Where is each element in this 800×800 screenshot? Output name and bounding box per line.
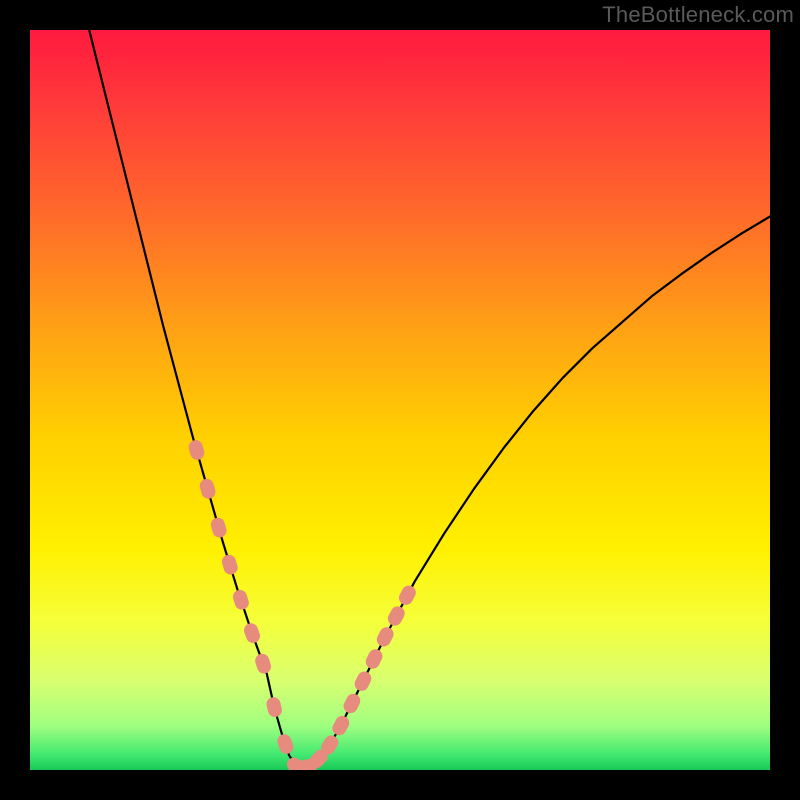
- watermark-text: TheBottleneck.com: [602, 2, 794, 28]
- gradient-background: [30, 30, 770, 770]
- chart-frame: TheBottleneck.com: [0, 0, 800, 800]
- plot-area: [30, 30, 770, 770]
- chart-svg: [30, 30, 770, 770]
